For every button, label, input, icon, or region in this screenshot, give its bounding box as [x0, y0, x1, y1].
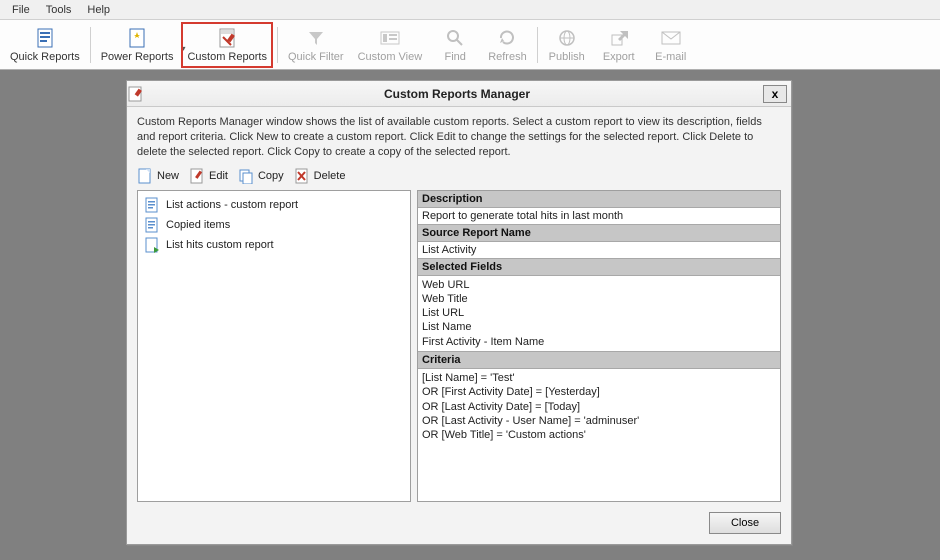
edit-icon [189, 168, 205, 184]
dialog-toolbar: New Edit Copy Delete [137, 168, 781, 184]
list-item-label: List actions - custom report [166, 199, 298, 211]
toolbar-separator [277, 27, 278, 63]
dialog-body: Custom Reports Manager window shows the … [127, 107, 791, 544]
report-item-icon [144, 217, 160, 233]
fields-value: Web URL Web Title List URL List Name Fir… [418, 276, 780, 351]
dialog-footer: Close [137, 502, 781, 534]
reports-list[interactable]: List actions - custom report Copied item… [137, 190, 411, 502]
custom-reports-manager-dialog: Custom Reports Manager x Custom Reports … [126, 80, 792, 545]
custom-reports-label: Custom Reports [187, 51, 266, 63]
quick-reports-label: Quick Reports [10, 51, 80, 63]
source-value: List Activity [418, 242, 780, 258]
list-item[interactable]: List hits custom report [142, 235, 406, 255]
refresh-label: Refresh [488, 51, 527, 63]
delete-button[interactable]: Delete [294, 168, 346, 184]
find-icon [446, 27, 464, 49]
publish-icon [558, 27, 576, 49]
edit-label: Edit [209, 170, 228, 182]
menu-file[interactable]: File [4, 2, 38, 18]
report-item-icon [144, 197, 160, 213]
export-icon [610, 27, 628, 49]
criteria-value: [List Name] = 'Test' OR [First Activity … [418, 369, 780, 501]
refresh-icon [498, 27, 516, 49]
report-icon [36, 27, 54, 49]
publish-label: Publish [549, 51, 585, 63]
new-icon [137, 168, 153, 184]
main-toolbar: Quick Reports Power Reports ▾ Custom Rep… [0, 20, 940, 70]
custom-view-label: Custom View [358, 51, 423, 63]
dialog-title-icon [127, 86, 151, 102]
quick-filter-label: Quick Filter [288, 51, 344, 63]
description-header: Description [418, 191, 780, 208]
custom-report-icon [218, 27, 236, 49]
report-detail-pane: Description Report to generate total hit… [417, 190, 781, 502]
delete-icon [294, 168, 310, 184]
copy-label: Copy [258, 170, 284, 182]
toolbar-separator [90, 27, 91, 63]
quick-reports-button[interactable]: Quick Reports [4, 22, 86, 68]
dialog-title: Custom Reports Manager [151, 87, 763, 101]
power-report-icon [128, 27, 146, 49]
toolbar-separator [537, 27, 538, 63]
list-item-label: Copied items [166, 219, 230, 231]
dialog-panes: List actions - custom report Copied item… [137, 190, 781, 502]
copy-icon [238, 168, 254, 184]
close-button[interactable]: Close [709, 512, 781, 534]
criteria-header: Criteria [418, 351, 780, 369]
publish-button[interactable]: Publish [542, 22, 592, 68]
menu-help[interactable]: Help [79, 2, 118, 18]
report-item-icon [144, 237, 160, 253]
new-button[interactable]: New [137, 168, 179, 184]
source-header: Source Report Name [418, 224, 780, 242]
email-button[interactable]: E-mail [646, 22, 696, 68]
power-reports-button[interactable]: Power Reports ▾ [95, 22, 180, 68]
dialog-help-text: Custom Reports Manager window shows the … [137, 115, 781, 160]
list-item[interactable]: Copied items [142, 215, 406, 235]
delete-label: Delete [314, 170, 346, 182]
filter-icon [307, 27, 325, 49]
custom-reports-button[interactable]: Custom Reports [181, 22, 272, 68]
custom-view-icon [380, 27, 400, 49]
fields-header: Selected Fields [418, 258, 780, 276]
find-button[interactable]: Find [430, 22, 480, 68]
dialog-close-button[interactable]: x [763, 85, 787, 103]
custom-view-button[interactable]: Custom View [352, 22, 429, 68]
new-label: New [157, 170, 179, 182]
menu-tools[interactable]: Tools [38, 2, 80, 18]
find-label: Find [444, 51, 465, 63]
export-button[interactable]: Export [594, 22, 644, 68]
power-reports-label: Power Reports [101, 51, 174, 63]
refresh-button[interactable]: Refresh [482, 22, 533, 68]
dialog-titlebar: Custom Reports Manager x [127, 81, 791, 107]
copy-button[interactable]: Copy [238, 168, 284, 184]
edit-button[interactable]: Edit [189, 168, 228, 184]
description-value: Report to generate total hits in last mo… [418, 208, 780, 224]
menubar: File Tools Help [0, 0, 940, 20]
list-item-label: List hits custom report [166, 239, 274, 251]
export-label: Export [603, 51, 635, 63]
email-label: E-mail [655, 51, 686, 63]
list-item[interactable]: List actions - custom report [142, 195, 406, 215]
quick-filter-button[interactable]: Quick Filter [282, 22, 350, 68]
email-icon [661, 27, 681, 49]
